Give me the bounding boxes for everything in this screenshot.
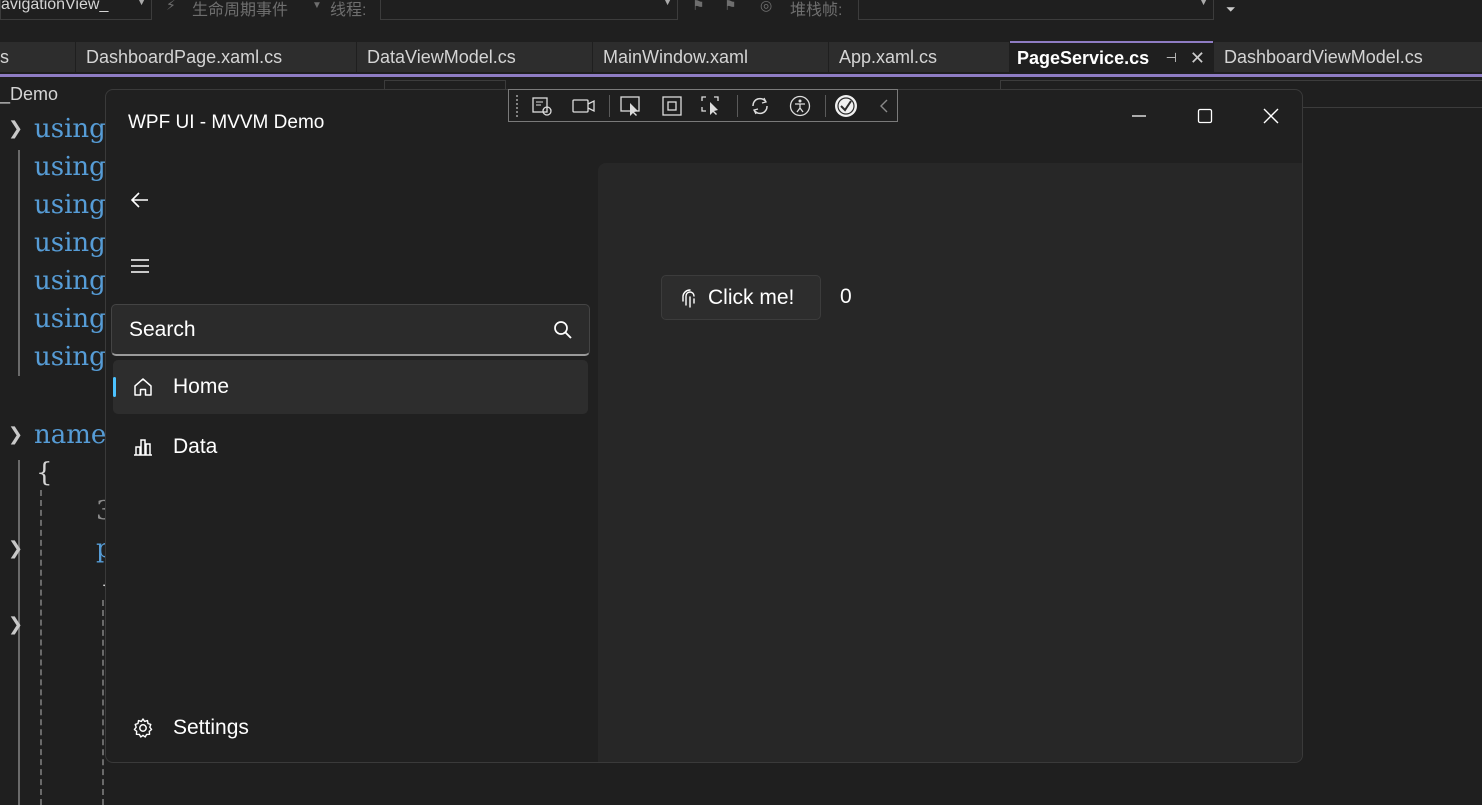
nav-item-settings[interactable]: Settings (113, 701, 588, 755)
video-camera-icon[interactable] (571, 94, 597, 118)
layout-adorner-icon[interactable] (659, 94, 685, 118)
page-content: Click me! 0 (598, 163, 1302, 762)
indent-guide (40, 490, 42, 805)
close-icon (1263, 108, 1279, 124)
fold-collapse-icon[interactable]: ❯ (8, 118, 23, 139)
toolbar-separator (825, 95, 826, 117)
code-line: using (34, 266, 106, 296)
click-me-label: Click me! (708, 285, 795, 309)
maximize-icon (1197, 108, 1213, 124)
code-line: using (34, 342, 106, 372)
tab-item-active[interactable]: PageService.cs ⊣ ✕ (1010, 41, 1213, 74)
document-tabs: s DashboardPage.xaml.cs DataViewModel.cs… (0, 41, 1482, 74)
search-input[interactable] (112, 305, 551, 355)
gear-icon (131, 716, 155, 740)
nav-item-label: Data (173, 435, 218, 458)
close-button[interactable] (1238, 96, 1302, 136)
window-title: WPF UI - MVVM Demo (128, 112, 325, 133)
tab-label: PageService.cs (1017, 48, 1150, 68)
code-line: { (36, 458, 53, 488)
code-line: using (34, 114, 106, 144)
track-focus-icon[interactable] (699, 94, 725, 118)
tab-label: App.xaml.cs (839, 47, 938, 67)
bar-chart-icon (131, 435, 155, 459)
nav-item-home[interactable]: Home (113, 360, 588, 414)
hide-icon[interactable]: ◎ (760, 0, 772, 14)
app-window: WPF UI - MVVM Demo Home Data (105, 89, 1303, 763)
select-element-icon[interactable] (619, 94, 645, 118)
tab-label: DataViewModel.cs (367, 47, 516, 67)
tab-item[interactable]: DashboardPage.xaml.cs (76, 42, 356, 72)
tab-label: DashboardPage.xaml.cs (86, 47, 283, 67)
tab-accent-line (0, 74, 1482, 77)
check-circle-icon[interactable] (833, 94, 859, 118)
startup-project-combo[interactable]: avigationView_ ▼ (0, 0, 152, 20)
code-line: using (34, 228, 106, 258)
nav-item-data[interactable]: Data (113, 420, 588, 474)
selection-indicator (113, 377, 116, 397)
accessibility-icon[interactable] (787, 94, 813, 118)
hot-reload-icon[interactable] (747, 94, 773, 118)
flag-filter-icon[interactable]: ⚑ (724, 0, 737, 14)
fingerprint-icon (680, 288, 698, 308)
tab-item[interactable]: MainWindow.xaml (593, 42, 828, 72)
nav-item-label: Settings (173, 716, 249, 739)
search-box[interactable] (111, 304, 590, 356)
thread-label: 线程: (330, 2, 367, 19)
project-nav-combo[interactable]: _Demo (0, 78, 104, 108)
fold-guide (18, 150, 20, 376)
startup-project-value: avigationView_ (1, 0, 109, 13)
project-nav-value: _Demo (0, 84, 59, 104)
pin-icon[interactable]: ⊣ (1166, 43, 1177, 73)
tab-item[interactable]: DataViewModel.cs (357, 42, 592, 72)
drag-handle[interactable] (515, 94, 519, 118)
overflow-icon[interactable]: ⏷ (1226, 2, 1236, 17)
minimize-icon (1132, 115, 1146, 117)
lifecycle-events-label[interactable]: 生命周期事件 (192, 0, 288, 20)
minimize-button[interactable] (1106, 96, 1172, 136)
arrow-left-icon (130, 192, 148, 208)
collapse-toolbar-icon[interactable] (871, 94, 897, 118)
stack-frame-combo[interactable]: ▼ (858, 0, 1214, 20)
stack-frame-label: 堆栈帧: (790, 2, 843, 19)
nav-item-label: Home (173, 375, 230, 398)
toolbar-separator (609, 95, 610, 117)
chevron-down-icon: ▼ (662, 0, 673, 8)
tab-label: s (0, 47, 9, 67)
chevron-down-icon[interactable]: ▼ (312, 0, 322, 11)
fold-collapse-icon[interactable]: ❯ (8, 424, 23, 445)
click-me-button[interactable]: Click me! (661, 275, 821, 320)
chevron-down-icon: ▼ (1198, 0, 1209, 8)
counter-value: 0 (840, 285, 852, 308)
code-line: using (34, 304, 106, 334)
back-button[interactable] (128, 188, 152, 212)
search-icon[interactable] (553, 320, 573, 345)
tab-item[interactable]: DashboardViewModel.cs (1214, 42, 1482, 72)
code-line: using (34, 190, 106, 220)
live-visual-tree-icon[interactable] (529, 94, 555, 118)
tab-label: DashboardViewModel.cs (1224, 47, 1423, 67)
vs-toolbar: avigationView_ ▼ ⚡ 生命周期事件 ▼ 线程: ▼ ⚑ ⚑ ◎ … (0, 0, 1482, 40)
fold-collapse-icon[interactable]: ❯ (8, 614, 23, 635)
tab-item[interactable]: s (0, 42, 75, 72)
hamburger-icon (131, 259, 149, 273)
toolbar-separator (737, 95, 738, 117)
pane-toggle-button[interactable] (128, 254, 152, 278)
tab-label: MainWindow.xaml (603, 47, 749, 67)
tab-item[interactable]: App.xaml.cs (829, 42, 1009, 72)
lifecycle-icon[interactable]: ⚡ (166, 0, 176, 14)
code-line: using (34, 152, 106, 182)
fold-collapse-icon[interactable]: ❯ (8, 538, 23, 559)
thread-combo[interactable]: ▼ (380, 0, 678, 20)
flag-icon[interactable]: ⚑ (692, 0, 705, 14)
xaml-debug-toolbar (508, 89, 898, 122)
home-icon (131, 375, 155, 399)
chevron-down-icon: ▼ (136, 0, 147, 8)
indent-guide (102, 600, 104, 805)
close-icon[interactable]: ✕ (1190, 43, 1205, 73)
maximize-button[interactable] (1172, 96, 1238, 136)
